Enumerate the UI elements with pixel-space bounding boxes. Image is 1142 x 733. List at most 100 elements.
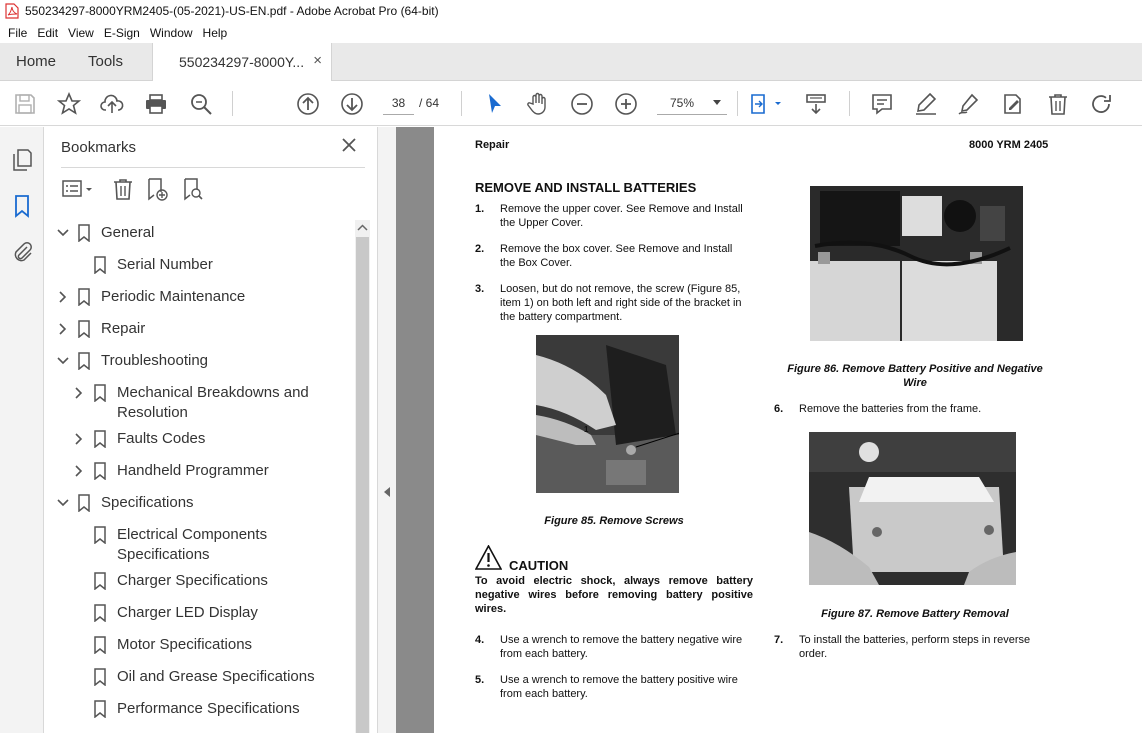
step-number: 4. <box>475 634 485 646</box>
figure-87-photo <box>809 432 1016 585</box>
page-down-icon[interactable] <box>340 92 364 116</box>
bookmark-label: Specifications <box>101 494 194 511</box>
zoom-out-icon[interactable] <box>570 92 594 116</box>
figure-86-caption: Figure 86. Remove Battery Positive and N… <box>787 363 1043 389</box>
toolbar-separator <box>849 91 850 116</box>
scroll-mode-icon[interactable] <box>804 92 828 116</box>
step-text: Use a wrench to remove the battery negat… <box>500 634 743 660</box>
collapse-panel-icon[interactable] <box>384 487 390 497</box>
document-viewport[interactable]: Repair 8000 YRM 2405 REMOVE AND INSTALL … <box>396 127 1142 733</box>
chevron-down-icon[interactable] <box>57 355 69 367</box>
pdf-page: Repair 8000 YRM 2405 REMOVE AND INSTALL … <box>434 127 1142 733</box>
menu-window[interactable]: Window <box>150 26 193 40</box>
step-text: To install the batteries, perform steps … <box>799 634 1031 660</box>
comment-icon[interactable] <box>870 92 894 116</box>
page-number-input[interactable] <box>383 91 414 115</box>
zoom-select[interactable]: 75% <box>657 91 727 115</box>
page-up-icon[interactable] <box>296 92 320 116</box>
step-number: 1. <box>475 203 485 215</box>
print-icon[interactable] <box>144 92 168 116</box>
bookmark-panel-icon[interactable] <box>10 194 34 218</box>
fit-page-icon[interactable] <box>750 92 784 116</box>
tab-close-icon[interactable]: × <box>313 52 322 69</box>
bookmark-label: Charger Specifications <box>117 572 268 589</box>
step-number: 5. <box>475 674 485 686</box>
toolbar: / 64 75% <box>0 81 1142 126</box>
chevron-right-icon[interactable] <box>57 291 69 303</box>
chevron-right-icon[interactable] <box>57 323 69 335</box>
step-text: Loosen, but do not remove, the screw (Fi… <box>500 283 742 323</box>
bookmark-icon <box>78 320 90 338</box>
tab-home[interactable]: Home <box>16 53 56 70</box>
menu-help[interactable]: Help <box>203 26 228 40</box>
bookmark-label: Troubleshooting <box>101 352 209 369</box>
pdf-file-icon <box>5 3 19 19</box>
hand-icon[interactable] <box>526 92 550 116</box>
title-bar: 550234297-8000YRM2405-(05-2021)-US-EN.pd… <box>0 0 1142 22</box>
bookmark-icon <box>94 668 106 686</box>
highlight-icon[interactable] <box>914 92 938 116</box>
new-bookmark-icon[interactable] <box>145 177 169 201</box>
menu-esign[interactable]: E-Sign <box>104 26 140 40</box>
delete-bookmark-icon[interactable] <box>111 177 135 201</box>
bookmark-label: Repair <box>101 320 146 337</box>
menu-edit[interactable]: Edit <box>37 26 58 40</box>
chevron-right-icon[interactable] <box>73 433 85 445</box>
sign-icon[interactable] <box>957 92 981 116</box>
rotate-icon[interactable] <box>1089 92 1113 116</box>
menu-view[interactable]: View <box>68 26 94 40</box>
left-nav-rail <box>0 127 44 733</box>
bookmark-icon <box>94 256 106 274</box>
edit-pdf-icon[interactable] <box>1001 92 1025 116</box>
find-bookmark-icon[interactable] <box>181 177 205 201</box>
bookmark-icon <box>94 430 106 448</box>
scroll-up-icon[interactable] <box>355 220 370 236</box>
chevron-down-icon[interactable] <box>57 497 69 509</box>
bookmark-options-icon[interactable] <box>61 177 95 201</box>
tab-document[interactable]: 550234297-8000Y... × <box>152 43 332 82</box>
bookmark-icon <box>94 636 106 654</box>
bookmark-icon <box>94 384 106 402</box>
bookmark-label: Performance Specifications <box>117 700 300 717</box>
toolbar-separator <box>461 91 462 116</box>
figure-85-callout: 1 <box>584 425 589 434</box>
tab-document-label: 550234297-8000Y... <box>179 54 305 70</box>
bookmark-label: General <box>101 224 155 241</box>
chevron-right-icon[interactable] <box>73 387 85 399</box>
chevron-right-icon[interactable] <box>73 465 85 477</box>
close-icon[interactable] <box>341 137 357 153</box>
step-number: 6. <box>774 403 784 415</box>
step-text: Remove the batteries from the frame. <box>799 403 982 415</box>
scrollbar-thumb[interactable] <box>356 237 369 733</box>
menu-file[interactable]: File <box>8 26 27 40</box>
bookmark-label: Electrical Components Specifications <box>117 526 268 563</box>
bookmark-label: Mechanical Breakdowns and Resolution <box>117 384 309 421</box>
step-number: 7. <box>774 634 784 646</box>
find-icon[interactable] <box>189 92 213 116</box>
attachment-icon[interactable] <box>10 240 34 264</box>
save-icon[interactable] <box>13 92 37 116</box>
figure-85-caption: Figure 85. Remove Screws <box>544 515 684 527</box>
zoom-in-icon[interactable] <box>614 92 638 116</box>
bookmark-icon <box>94 462 106 480</box>
chevron-down-icon[interactable] <box>57 227 69 239</box>
delete-icon[interactable] <box>1046 92 1070 116</box>
bookmark-icon <box>94 700 106 718</box>
select-cursor-icon[interactable] <box>482 92 506 116</box>
bookmark-label: Charger LED Display <box>117 604 258 621</box>
figure-87-caption: Figure 87. Remove Battery Removal <box>821 608 1009 620</box>
toolbar-separator <box>232 91 233 116</box>
zoom-value: 75% <box>670 96 695 110</box>
star-icon[interactable] <box>56 91 82 116</box>
bookmark-icon <box>78 494 90 512</box>
page-total: / 64 <box>419 96 440 110</box>
window-title: 550234297-8000YRM2405-(05-2021)-US-EN.pd… <box>25 4 439 18</box>
warning-icon <box>475 545 502 570</box>
panel-splitter[interactable] <box>377 127 396 733</box>
bookmark-icon <box>94 526 106 544</box>
bookmarks-title: Bookmarks <box>61 139 137 156</box>
bookmarks-panel: Bookmarks General Serial Number Periodic M… <box>45 127 377 733</box>
pages-thumbnail-icon[interactable] <box>10 148 34 172</box>
tab-tools[interactable]: Tools <box>88 53 123 70</box>
upload-icon[interactable] <box>100 92 124 116</box>
